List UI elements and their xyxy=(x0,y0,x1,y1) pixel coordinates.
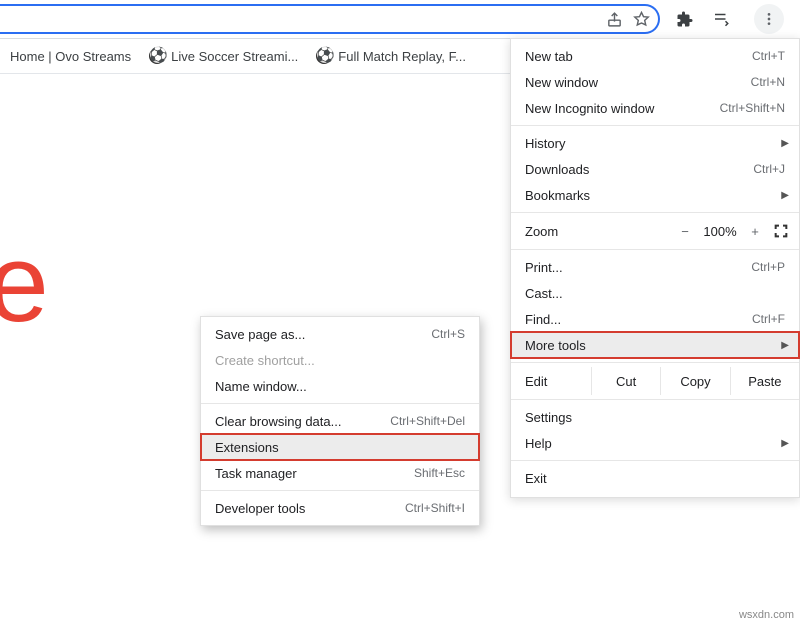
edit-label: Edit xyxy=(511,367,591,395)
watermark-text: wsxdn.com xyxy=(739,609,794,621)
menu-label: Create shortcut... xyxy=(215,353,465,368)
zoom-in-button[interactable]: + xyxy=(743,224,767,239)
menu-label: New window xyxy=(525,75,751,90)
menu-new-tab[interactable]: New tab Ctrl+T xyxy=(511,43,799,69)
menu-separator xyxy=(511,212,799,213)
bookmark-label: Home | Ovo Streams xyxy=(10,49,131,64)
menu-label: Help xyxy=(525,436,785,451)
zoom-value: 100% xyxy=(697,224,743,239)
menu-bookmarks[interactable]: Bookmarks ▶ xyxy=(511,182,799,208)
menu-label: Name window... xyxy=(215,379,465,394)
browser-toolbar xyxy=(0,0,800,38)
bookmark-item[interactable]: Home | Ovo Streams xyxy=(10,49,131,64)
menu-accelerator: Ctrl+T xyxy=(752,49,785,63)
menu-label: History xyxy=(525,136,785,151)
menu-history[interactable]: History ▶ xyxy=(511,130,799,156)
menu-accelerator: Ctrl+S xyxy=(431,327,465,341)
menu-label: Task manager xyxy=(215,466,414,481)
menu-downloads[interactable]: Downloads Ctrl+J xyxy=(511,156,799,182)
menu-label: New Incognito window xyxy=(525,101,720,116)
menu-new-window[interactable]: New window Ctrl+N xyxy=(511,69,799,95)
soccer-icon xyxy=(149,48,165,64)
menu-accelerator: Ctrl+F xyxy=(752,312,785,326)
more-tools-submenu: Save page as... Ctrl+S Create shortcut..… xyxy=(200,316,480,526)
bookmark-item[interactable]: Full Match Replay, F... xyxy=(316,48,466,64)
star-icon[interactable] xyxy=(633,11,650,28)
share-icon[interactable] xyxy=(606,11,623,28)
menu-edit-row: Edit Cut Copy Paste xyxy=(511,367,799,395)
fullscreen-icon[interactable] xyxy=(773,223,789,239)
media-control-icon[interactable] xyxy=(712,10,730,28)
menu-find[interactable]: Find... Ctrl+F xyxy=(511,306,799,332)
menu-label: Settings xyxy=(525,410,785,425)
zoom-label: Zoom xyxy=(525,224,673,239)
menu-accelerator: Ctrl+J xyxy=(753,162,785,176)
menu-separator xyxy=(511,460,799,461)
menu-label: Find... xyxy=(525,312,752,327)
menu-label: More tools xyxy=(525,338,785,353)
menu-label: Exit xyxy=(525,471,785,486)
zoom-out-button[interactable]: − xyxy=(673,224,697,239)
menu-incognito[interactable]: New Incognito window Ctrl+Shift+N xyxy=(511,95,799,121)
menu-accelerator: Ctrl+Shift+Del xyxy=(390,414,465,428)
menu-label: Print... xyxy=(525,260,751,275)
menu-separator xyxy=(201,403,479,404)
edit-cut-button[interactable]: Cut xyxy=(591,367,660,395)
menu-cast[interactable]: Cast... xyxy=(511,280,799,306)
chrome-main-menu: New tab Ctrl+T New window Ctrl+N New Inc… xyxy=(510,38,800,498)
menu-label: Clear browsing data... xyxy=(215,414,390,429)
menu-accelerator: Ctrl+Shift+N xyxy=(720,101,785,115)
menu-exit[interactable]: Exit xyxy=(511,465,799,491)
bookmark-label: Live Soccer Streami... xyxy=(171,49,298,64)
menu-label: Bookmarks xyxy=(525,188,785,203)
menu-label: Extensions xyxy=(215,440,465,455)
soccer-icon xyxy=(316,48,332,64)
menu-zoom-row: Zoom − 100% + xyxy=(511,217,799,245)
menu-dots-button[interactable] xyxy=(754,4,784,34)
menu-print[interactable]: Print... Ctrl+P xyxy=(511,254,799,280)
extensions-icon[interactable] xyxy=(676,10,694,28)
menu-label: Developer tools xyxy=(215,501,405,516)
submenu-extensions[interactable]: Extensions xyxy=(201,434,479,460)
menu-separator xyxy=(511,125,799,126)
bookmark-item[interactable]: Live Soccer Streami... xyxy=(149,48,298,64)
submenu-create-shortcut: Create shortcut... xyxy=(201,347,479,373)
submenu-task-manager[interactable]: Task manager Shift+Esc xyxy=(201,460,479,486)
menu-help[interactable]: Help ▶ xyxy=(511,430,799,456)
menu-separator xyxy=(511,399,799,400)
menu-accelerator: Shift+Esc xyxy=(414,466,465,480)
menu-separator xyxy=(511,249,799,250)
menu-accelerator: Ctrl+N xyxy=(751,75,785,89)
edit-copy-button[interactable]: Copy xyxy=(660,367,729,395)
menu-separator xyxy=(201,490,479,491)
menu-accelerator: Ctrl+P xyxy=(751,260,785,274)
menu-more-tools[interactable]: More tools ▶ xyxy=(511,332,799,358)
submenu-save-page[interactable]: Save page as... Ctrl+S xyxy=(201,321,479,347)
edit-paste-button[interactable]: Paste xyxy=(730,367,799,395)
submenu-arrow-icon: ▶ xyxy=(781,138,789,149)
submenu-clear-data[interactable]: Clear browsing data... Ctrl+Shift+Del xyxy=(201,408,479,434)
bookmark-label: Full Match Replay, F... xyxy=(338,49,466,64)
menu-separator xyxy=(511,362,799,363)
menu-label: Downloads xyxy=(525,162,753,177)
menu-label: Save page as... xyxy=(215,327,431,342)
menu-settings[interactable]: Settings xyxy=(511,404,799,430)
menu-label: Cast... xyxy=(525,286,785,301)
omnibox[interactable] xyxy=(0,4,660,34)
submenu-arrow-icon: ▶ xyxy=(781,190,789,201)
submenu-arrow-icon: ▶ xyxy=(781,340,789,351)
google-logo-fragment: gle xyxy=(0,220,45,347)
submenu-arrow-icon: ▶ xyxy=(781,438,789,449)
menu-label: New tab xyxy=(525,49,752,64)
submenu-developer-tools[interactable]: Developer tools Ctrl+Shift+I xyxy=(201,495,479,521)
toolbar-actions xyxy=(666,4,790,34)
menu-accelerator: Ctrl+Shift+I xyxy=(405,501,465,515)
submenu-name-window[interactable]: Name window... xyxy=(201,373,479,399)
